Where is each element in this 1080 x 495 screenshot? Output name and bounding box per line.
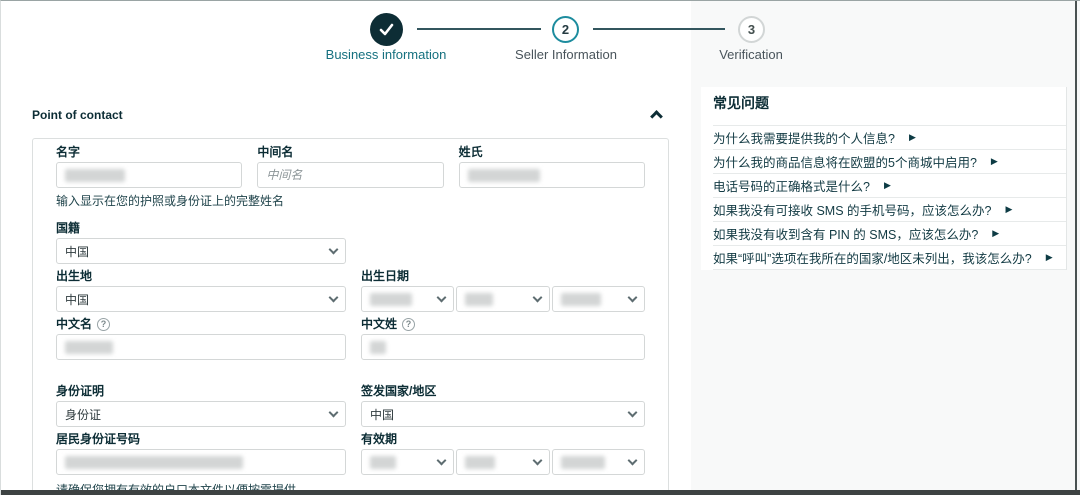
- step-business-information-complete[interactable]: [370, 13, 403, 46]
- faq-list: 为什么我需要提供我的个人信息? ▶ 为什么我的商品信息将在欧盟的5个商城中启用?…: [713, 125, 1066, 270]
- play-triangle-icon: ▶: [992, 229, 999, 238]
- redacted-value: [561, 456, 605, 469]
- id-type-select[interactable]: 身份证: [56, 401, 346, 427]
- birth-date-label: 出生日期: [361, 269, 645, 284]
- expiry-year-select[interactable]: [552, 449, 645, 475]
- chevron-down-icon: [628, 408, 638, 418]
- play-triangle-icon: ▶: [1046, 253, 1053, 262]
- first-name-field[interactable]: [56, 162, 242, 188]
- chinese-first-name-label-text: 中文名: [56, 317, 92, 332]
- faq-item-text: 如果我没有收到含有 PIN 的 SMS，应该怎么办?: [713, 224, 978, 243]
- chevron-down-icon: [628, 456, 638, 466]
- play-triangle-icon: ▶: [1006, 205, 1013, 214]
- collapse-section-button[interactable]: [649, 107, 669, 123]
- birth-place-label: 出生地: [56, 269, 346, 284]
- chevron-down-icon: [329, 293, 339, 303]
- faq-item-no-sms-number[interactable]: 如果我没有可接收 SMS 的手机号码，应该怎么办? ▶: [713, 198, 1066, 222]
- redacted-value: [65, 456, 243, 469]
- faq-item-text: 为什么我的商品信息将在欧盟的5个商城中启用?: [713, 152, 977, 171]
- chevron-down-icon: [437, 456, 447, 466]
- redacted-value: [370, 456, 396, 469]
- chevron-down-icon: [532, 293, 542, 303]
- faq-panel: 常见问题 为什么我需要提供我的个人信息? ▶ 为什么我的商品信息将在欧盟的5个商…: [701, 87, 1067, 270]
- step-verification-upcoming[interactable]: 3: [738, 16, 765, 43]
- chinese-last-name-label-text: 中文姓: [361, 317, 397, 332]
- last-name-field[interactable]: [459, 162, 645, 188]
- step-number: 3: [748, 22, 755, 37]
- point-of-contact-form: 名字 中间名 姓氏 输入显示在您的护照或身份证上的完整姓名 国籍: [32, 138, 669, 495]
- step-label-verification: Verification: [641, 47, 861, 62]
- section-header: Point of contact: [32, 107, 669, 123]
- window-right-edge: [1075, 1, 1077, 495]
- id-number-field[interactable]: [56, 449, 346, 475]
- chevron-down-icon: [329, 245, 339, 255]
- chinese-first-name-label: 中文名 ?: [56, 317, 346, 332]
- faq-item-text: 为什么我需要提供我的个人信息?: [713, 128, 895, 147]
- stepper-connector-2: [593, 28, 725, 30]
- redacted-value: [65, 341, 113, 354]
- chevron-down-icon: [628, 293, 638, 303]
- stepper-connector-1: [417, 28, 541, 30]
- faq-item-phone-format[interactable]: 电话号码的正确格式是什么? ▶: [713, 174, 1066, 198]
- faq-item-text: 如果我没有可接收 SMS 的手机号码，应该怎么办?: [713, 200, 992, 219]
- step-number: 2: [562, 22, 569, 37]
- faq-item-no-pin-sms[interactable]: 如果我没有收到含有 PIN 的 SMS，应该怎么办? ▶: [713, 222, 1066, 246]
- expiry-month-select[interactable]: [456, 449, 549, 475]
- faq-item-eu-marketplaces[interactable]: 为什么我的商品信息将在欧盟的5个商城中启用? ▶: [713, 150, 1066, 174]
- middle-name-label: 中间名: [257, 145, 443, 160]
- chinese-first-name-field[interactable]: [56, 334, 346, 360]
- chevron-down-icon: [532, 456, 542, 466]
- nationality-value: 中国: [65, 243, 89, 260]
- full-name-helper-text: 输入显示在您的护照或身份证上的完整姓名: [56, 194, 645, 209]
- nationality-label: 国籍: [56, 221, 346, 236]
- birth-date-select-group: [361, 286, 645, 312]
- birth-date-day-select[interactable]: [361, 286, 454, 312]
- expiry-day-select[interactable]: [361, 449, 454, 475]
- chevron-up-icon: [650, 110, 663, 123]
- play-triangle-icon: ▶: [909, 133, 916, 142]
- expiry-label: 有效期: [361, 432, 645, 447]
- nationality-select[interactable]: 中国: [56, 238, 346, 264]
- help-icon[interactable]: ?: [402, 318, 415, 331]
- redacted-value: [370, 293, 412, 306]
- id-number-label: 居民身份证号码: [56, 432, 346, 447]
- birth-date-month-select[interactable]: [456, 286, 549, 312]
- birth-place-value: 中国: [65, 291, 89, 308]
- redacted-value: [65, 169, 125, 182]
- issuing-country-value: 中国: [370, 406, 394, 423]
- middle-name-field[interactable]: [257, 162, 443, 188]
- birth-date-year-select[interactable]: [552, 286, 645, 312]
- faq-item-text: 如果“呼叫”选项在我所在的国家/地区未列出，我该怎么办?: [713, 248, 1032, 267]
- step-seller-information-current[interactable]: 2: [552, 16, 579, 43]
- chevron-down-icon: [329, 408, 339, 418]
- id-type-value: 身份证: [65, 406, 101, 423]
- redacted-value: [465, 456, 495, 469]
- help-icon[interactable]: ?: [97, 318, 110, 331]
- issuing-country-label: 签发国家/地区: [361, 384, 645, 399]
- seller-registration-page: 2 3 Business information Seller Informat…: [0, 0, 1080, 495]
- play-triangle-icon: ▶: [991, 157, 998, 166]
- faq-item-personal-info[interactable]: 为什么我需要提供我的个人信息? ▶: [713, 126, 1066, 150]
- id-type-label: 身份证明: [56, 384, 346, 399]
- birth-place-select[interactable]: 中国: [56, 286, 346, 312]
- expiry-select-group: [361, 449, 645, 475]
- faq-item-call-option-missing[interactable]: 如果“呼叫”选项在我所在的国家/地区未列出，我该怎么办? ▶: [713, 246, 1066, 270]
- issuing-country-select[interactable]: 中国: [361, 401, 645, 427]
- chevron-down-icon: [437, 293, 447, 303]
- redacted-value: [561, 293, 601, 306]
- first-name-label: 名字: [56, 145, 242, 160]
- last-name-label: 姓氏: [459, 145, 645, 160]
- redacted-value: [370, 341, 386, 354]
- faq-item-text: 电话号码的正确格式是什么?: [713, 176, 870, 195]
- redacted-value: [465, 293, 493, 306]
- chinese-last-name-field[interactable]: [361, 334, 645, 360]
- chinese-last-name-label: 中文姓 ?: [361, 317, 645, 332]
- redacted-value: [468, 169, 540, 182]
- faq-title: 常见问题: [713, 89, 1066, 125]
- check-icon: [379, 23, 394, 36]
- play-triangle-icon: ▶: [884, 181, 891, 190]
- window-bottom-edge: [1, 490, 1080, 495]
- page-title: Point of contact: [32, 108, 123, 122]
